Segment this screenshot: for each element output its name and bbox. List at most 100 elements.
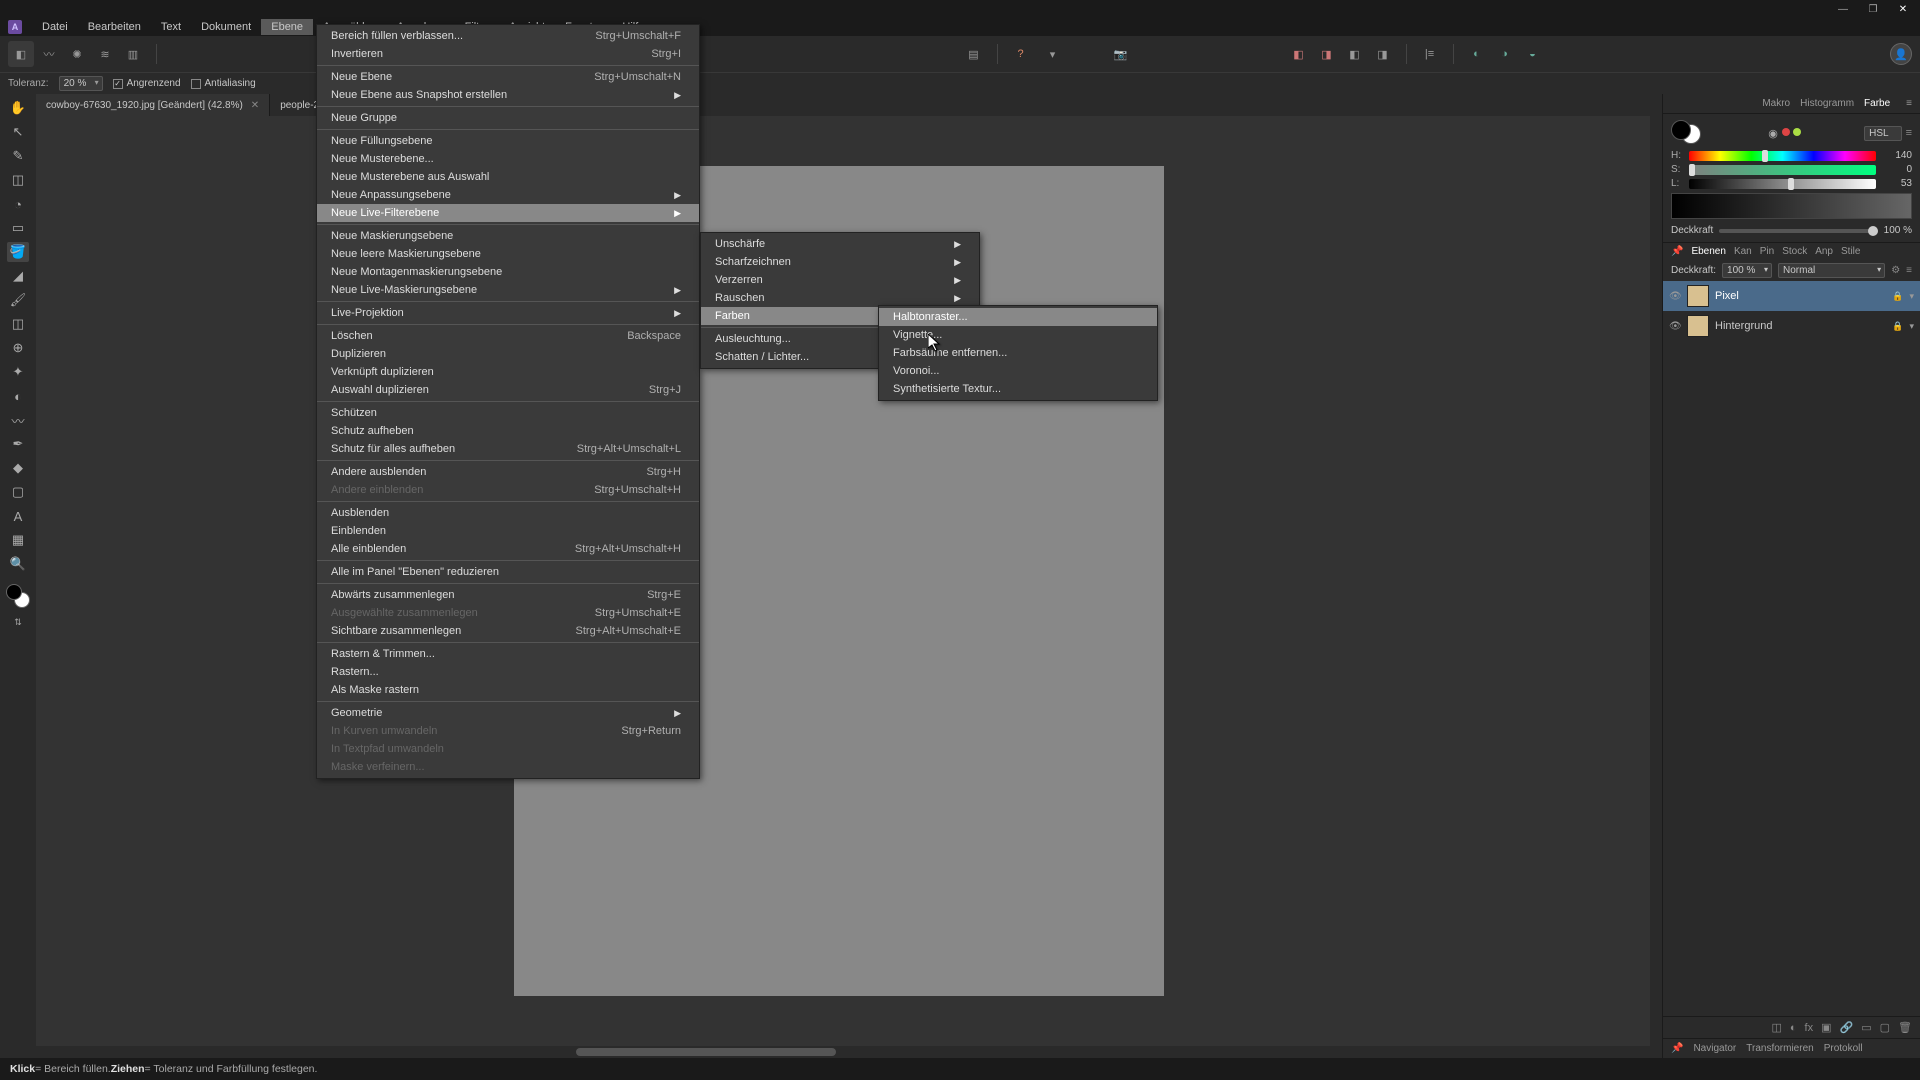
document-tab[interactable]: cowboy-67630_1920.jpg [Geändert] (42.8%)… xyxy=(36,94,270,116)
layers-tab-stock[interactable]: Stock xyxy=(1782,246,1807,257)
tolerance-input[interactable]: 20 % xyxy=(59,76,103,91)
menu-item[interactable]: Voronoi... xyxy=(879,362,1157,380)
persona-develop-icon[interactable]: ✺ xyxy=(64,41,90,67)
paint-brush-tool-icon[interactable]: 🖌 xyxy=(7,290,29,310)
menu-item[interactable]: Einblenden xyxy=(317,522,699,540)
color-picker-tool-icon[interactable]: ✎ xyxy=(7,146,29,166)
node-tool-icon[interactable]: ◆ xyxy=(7,458,29,478)
arrange-backward-icon[interactable]: ◨ xyxy=(1370,41,1396,67)
pin-icon[interactable]: 📌 xyxy=(1671,246,1683,257)
shape-tool-icon[interactable]: ▢ xyxy=(7,482,29,502)
gradient-tool-icon[interactable]: ◢ xyxy=(7,266,29,286)
menu-item[interactable]: Neue Musterebene aus Auswahl xyxy=(317,168,699,186)
layer-add-icon[interactable]: ▢ xyxy=(1880,1021,1890,1034)
window-close-button[interactable]: ✕ xyxy=(1888,1,1918,17)
hue-value[interactable]: 140 xyxy=(1882,150,1912,161)
layer-adjust-icon[interactable]: ◐ xyxy=(1790,1022,1797,1034)
swap-colors-icon[interactable]: ⇅ xyxy=(7,612,29,632)
panel-menu-icon[interactable]: ≡ xyxy=(1906,98,1912,109)
quick-mask-icon[interactable]: ▤ xyxy=(961,41,987,67)
visibility-icon[interactable]: 👁 xyxy=(1669,321,1681,332)
lig-value[interactable]: 53 xyxy=(1882,178,1912,189)
pin-icon[interactable]: 📌 xyxy=(1671,1043,1683,1054)
lig-slider[interactable] xyxy=(1689,179,1876,189)
layer-group-icon[interactable]: ▭ xyxy=(1861,1021,1871,1034)
menu-item[interactable]: Alle einblendenStrg+Alt+Umschalt+H xyxy=(317,540,699,558)
visibility-icon[interactable]: 👁 xyxy=(1669,291,1681,302)
zoom-tool-icon[interactable]: 🔍 xyxy=(7,554,29,574)
smudge-tool-icon[interactable]: 〰 xyxy=(7,410,29,430)
color-mode-dropdown[interactable]: HSL xyxy=(1864,126,1901,141)
menu-item[interactable]: Scharfzeichnen▶ xyxy=(701,253,979,271)
color-gradient-strip[interactable] xyxy=(1671,193,1912,219)
arrange-front-icon[interactable]: ◧ xyxy=(1286,41,1312,67)
align-icon[interactable]: |≡ xyxy=(1417,41,1443,67)
menu-item[interactable]: Rastern... xyxy=(317,663,699,681)
flood-fill-tool-icon[interactable]: 🪣 xyxy=(7,242,29,262)
layers-tab-anp[interactable]: Anp xyxy=(1815,246,1833,257)
vertical-scrollbar[interactable] xyxy=(1650,116,1662,1046)
panel-tab-protokoll[interactable]: Protokoll xyxy=(1824,1043,1863,1054)
layer-link-icon[interactable]: 🔗 xyxy=(1840,1021,1854,1034)
pen-tool-icon[interactable]: ✒ xyxy=(7,434,29,454)
persona-liquify-icon[interactable]: 〰 xyxy=(36,41,62,67)
panel-tab-transformieren[interactable]: Transformieren xyxy=(1746,1043,1813,1054)
menu-item[interactable]: Sichtbare zusammenlegenStrg+Alt+Umschalt… xyxy=(317,622,699,640)
menu-item[interactable]: Schutz für alles aufhebenStrg+Alt+Umscha… xyxy=(317,440,699,458)
layer-fx-icon[interactable]: fx xyxy=(1805,1022,1814,1034)
opacity-value[interactable]: 100 % xyxy=(1884,225,1912,236)
horizontal-scrollbar[interactable] xyxy=(36,1046,1662,1058)
menu-item[interactable]: Neue Live-Maskierungsebene▶ xyxy=(317,281,699,299)
menu-item[interactable]: Neue Füllungsebene xyxy=(317,132,699,150)
marquee-tool-icon[interactable]: ▭ xyxy=(7,218,29,238)
panel-tab-farbe[interactable]: Farbe xyxy=(1864,98,1890,109)
panel-tab-histogramm[interactable]: Histogramm xyxy=(1800,98,1854,109)
window-maximize-button[interactable]: ❐ xyxy=(1858,1,1888,17)
erase-tool-icon[interactable]: ◫ xyxy=(7,314,29,334)
arrange-back-icon[interactable]: ◨ xyxy=(1314,41,1340,67)
menu-item[interactable]: Schützen xyxy=(317,404,699,422)
menu-item[interactable]: Live-Projektion▶ xyxy=(317,304,699,322)
menu-item[interactable]: Als Maske rastern xyxy=(317,681,699,699)
menu-item[interactable]: Neue Anpassungsebene▶ xyxy=(317,186,699,204)
menu-text[interactable]: Text xyxy=(151,19,191,35)
menu-item[interactable]: Synthetisierte Textur... xyxy=(879,380,1157,398)
menu-item[interactable]: Neue EbeneStrg+Umschalt+N xyxy=(317,68,699,86)
lock-icon[interactable]: 🔒 xyxy=(1892,321,1903,332)
color-wells[interactable] xyxy=(1671,120,1705,146)
layer-row[interactable]: 👁Hintergrund🔒▾ xyxy=(1663,311,1920,341)
menu-item[interactable]: Andere ausblendenStrg+H xyxy=(317,463,699,481)
text-tool-icon[interactable]: A xyxy=(7,506,29,526)
mesh-tool-icon[interactable]: ▦ xyxy=(7,530,29,550)
boolean-intersect-icon[interactable]: ◒ xyxy=(1520,41,1546,67)
panel-menu-icon[interactable]: ≡ xyxy=(1906,127,1912,139)
menu-bearbeiten[interactable]: Bearbeiten xyxy=(78,19,151,35)
arrange-forward-icon[interactable]: ◧ xyxy=(1342,41,1368,67)
panel-tab-makro[interactable]: Makro xyxy=(1762,98,1790,109)
persona-photo-icon[interactable]: ◧ xyxy=(8,41,34,67)
menu-item[interactable]: Alle im Panel "Ebenen" reduzieren xyxy=(317,563,699,581)
color-swatches[interactable] xyxy=(6,584,30,608)
layer-delete-icon[interactable]: 🗑 xyxy=(1898,1021,1912,1034)
menu-item[interactable]: Schutz aufheben xyxy=(317,422,699,440)
layer-menu-icon[interactable]: ≡ xyxy=(1906,265,1912,276)
inpaint-tool-icon[interactable]: ✦ xyxy=(7,362,29,382)
eyedropper-icon[interactable]: ◉ xyxy=(1768,127,1778,140)
clone-tool-icon[interactable]: ⊕ xyxy=(7,338,29,358)
menu-item[interactable]: Abwärts zusammenlegenStrg+E xyxy=(317,586,699,604)
menu-item[interactable]: Neue Live-Filterebene▶ xyxy=(317,204,699,222)
help-icon[interactable]: ? xyxy=(1008,41,1034,67)
layer-crop-icon[interactable]: ▣ xyxy=(1821,1021,1831,1034)
window-minimize-button[interactable]: — xyxy=(1828,1,1858,17)
menu-item[interactable]: LöschenBackspace xyxy=(317,327,699,345)
hue-slider[interactable] xyxy=(1689,151,1876,161)
layer-row[interactable]: 👁Pixel🔒▾ xyxy=(1663,281,1920,311)
lock-icon[interactable]: 🔒 xyxy=(1892,291,1903,302)
menu-item[interactable]: Vignette... xyxy=(879,326,1157,344)
contiguous-checkbox[interactable]: ✓Angrenzend xyxy=(113,78,181,89)
menu-item[interactable]: Neue leere Maskierungsebene xyxy=(317,245,699,263)
boolean-subtract-icon[interactable]: ◑ xyxy=(1492,41,1518,67)
move-tool-icon[interactable]: ↖ xyxy=(7,122,29,142)
dodge-tool-icon[interactable]: ◐ xyxy=(7,386,29,406)
view-tool-icon[interactable]: ✋ xyxy=(7,98,29,118)
